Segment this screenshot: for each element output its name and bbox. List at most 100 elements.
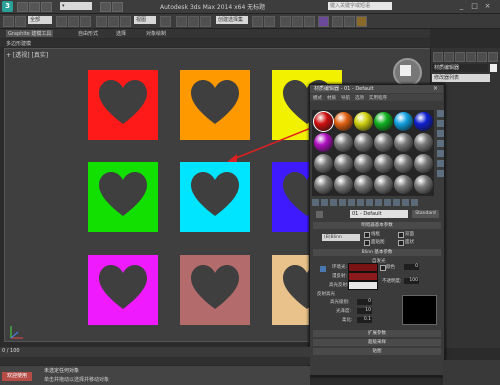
self-illum-color-spinner[interactable]: 0 [404,264,419,270]
material-slot[interactable] [354,133,373,152]
put-to-library-icon[interactable] [366,199,373,206]
undo-icon[interactable] [100,2,111,12]
render-frame-icon[interactable] [344,16,355,27]
make-unique-icon[interactable] [357,199,364,206]
video-check-icon[interactable] [437,150,444,157]
display-tab-icon[interactable] [477,52,487,62]
schematic-icon[interactable] [304,16,315,27]
menu-mode[interactable]: 模式 [313,95,322,101]
material-type-button[interactable]: Standard [412,210,439,218]
redo-icon[interactable] [112,2,123,12]
render-icon[interactable] [356,16,367,27]
viewcube-face[interactable] [400,65,411,76]
material-slot[interactable] [394,154,413,173]
utilities-tab-icon[interactable] [488,52,498,62]
modify-tab-icon[interactable] [444,52,454,62]
show-end-result-icon[interactable] [393,199,400,206]
backlight-icon[interactable] [437,120,444,127]
material-slot[interactable] [394,112,413,131]
material-slot[interactable] [374,154,393,173]
material-slot[interactable] [334,154,353,173]
track-bar[interactable] [0,357,310,365]
rollout-shader-basic[interactable]: 明暗器基本参数 [313,222,441,229]
diffuse-color-swatch[interactable] [348,272,378,281]
close-icon[interactable]: × [481,1,494,11]
material-slot[interactable] [313,111,334,132]
color-tile[interactable] [180,162,250,232]
background-icon[interactable] [437,130,444,137]
motion-tab-icon[interactable] [466,52,476,62]
material-slot[interactable] [354,175,373,194]
curve-editor-icon[interactable] [292,16,303,27]
put-to-scene-icon[interactable] [321,199,328,206]
ambient-color-swatch[interactable] [348,263,378,272]
menu-options[interactable]: 选项 [355,95,364,101]
material-name-field[interactable]: 01 - Default [350,210,408,218]
pivot-icon[interactable] [160,16,171,27]
hierarchy-tab-icon[interactable] [455,52,465,62]
make-preview-icon[interactable] [437,160,444,167]
assign-to-selection-icon[interactable] [330,199,337,206]
material-slot[interactable] [374,133,393,152]
scale-icon[interactable] [120,16,131,27]
object-name-field[interactable]: 材质编辑器 [432,64,488,72]
selection-filter-dropdown[interactable]: 全部 [28,16,52,24]
app-logo[interactable]: 3 [2,1,13,12]
spec-level-spinner[interactable]: 0 [357,299,372,305]
material-slot[interactable] [314,133,333,152]
material-editor-icon[interactable] [318,16,329,27]
help-search-input[interactable]: 键入关键字或短语 [328,2,392,10]
redo-tool-icon[interactable] [15,16,26,27]
mirror-icon[interactable] [252,16,263,27]
render-setup-icon[interactable] [332,16,343,27]
material-slot[interactable] [374,175,393,194]
menu-utilities[interactable]: 实用程序 [369,95,387,101]
select-object-icon[interactable] [56,16,67,27]
reset-map-icon[interactable] [339,199,346,206]
save-file-icon[interactable] [41,2,52,12]
open-file-icon[interactable] [29,2,40,12]
glossiness-spinner[interactable]: 10 [357,308,372,314]
color-tile[interactable] [180,255,250,325]
two-sided-checkbox[interactable] [398,232,404,238]
material-editor-titlebar[interactable]: 材质编辑器 - 01 - Default [310,85,443,93]
create-tab-icon[interactable] [433,52,443,62]
material-slot[interactable] [334,112,353,131]
ribbon-tab-graphite[interactable]: Graphite 建模工具 [6,30,54,37]
select-by-name-icon[interactable] [68,16,79,27]
snap-icon[interactable] [176,16,187,27]
face-map-checkbox[interactable] [364,240,370,246]
rotate-icon[interactable] [108,16,119,27]
material-slot[interactable] [354,154,373,173]
material-slot[interactable] [414,133,433,152]
align-icon[interactable] [264,16,275,27]
material-editor-close-icon[interactable]: × [433,85,438,92]
show-map-icon[interactable] [384,199,391,206]
lock-ambient-diffuse-icon[interactable] [320,266,326,272]
sample-type-icon[interactable] [437,110,444,117]
new-file-icon[interactable] [17,2,28,12]
material-slot[interactable] [394,175,413,194]
menu-navigation[interactable]: 导航 [341,95,350,101]
mat-options-icon[interactable] [437,170,444,177]
get-material-icon[interactable] [312,199,319,206]
rect-select-icon[interactable] [80,16,91,27]
rollout-supersampling[interactable]: 超级采样 [313,339,441,346]
uv-tiling-icon[interactable] [437,140,444,147]
material-id-icon[interactable] [375,199,382,206]
ribbon-sub-label[interactable]: 多边形建模 [6,40,31,47]
modifier-list-dropdown[interactable]: 修改器列表 [432,74,490,82]
maxscript-listener-button[interactable]: 欢迎使用 [2,372,32,381]
wire-checkbox[interactable] [364,232,370,238]
layer-icon[interactable] [280,16,291,27]
named-selection-dropdown[interactable]: 创建选择集 [216,16,248,24]
material-slot[interactable] [334,133,353,152]
material-slot[interactable] [394,133,413,152]
ribbon-tab-object-paint[interactable]: 对象绘制 [146,30,166,37]
material-slot[interactable] [314,175,333,194]
angle-snap-icon[interactable] [188,16,199,27]
material-slot[interactable] [414,112,433,131]
soften-spinner[interactable]: 0.1 [357,317,372,323]
material-slot[interactable] [374,112,393,131]
minimize-icon[interactable]: _ [455,1,468,11]
